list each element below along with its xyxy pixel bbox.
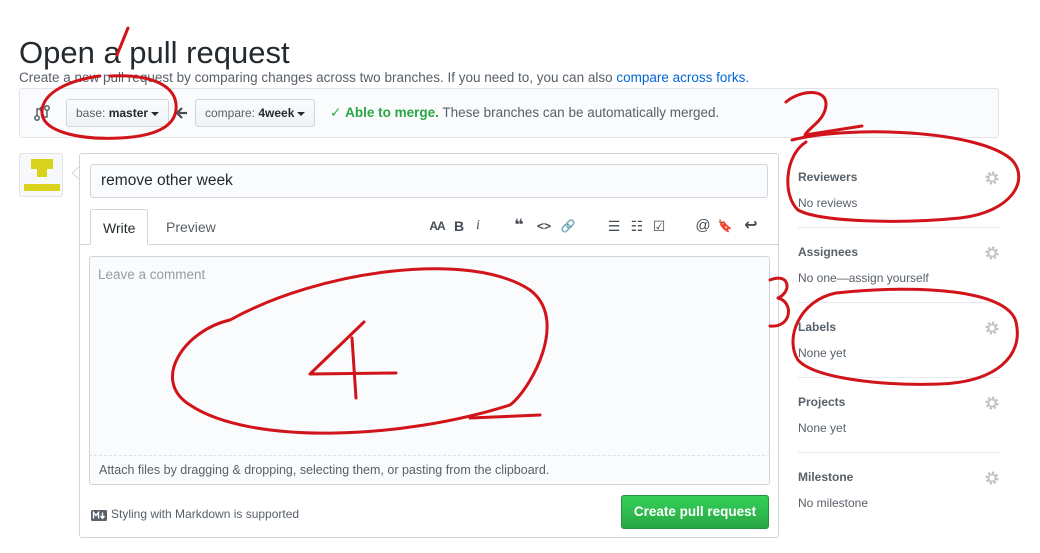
caret-down-icon bbox=[151, 111, 160, 116]
sidebar-heading[interactable]: Milestone bbox=[798, 470, 853, 484]
create-pull-request-button[interactable]: Create pull request bbox=[621, 495, 769, 529]
reply-icon[interactable]: ↩ bbox=[739, 216, 763, 236]
markdown-note: Styling with Markdown is supported bbox=[91, 507, 299, 524]
gear-icon[interactable] bbox=[984, 470, 1000, 486]
sidebar-value[interactable]: No one—assign yourself bbox=[798, 271, 929, 285]
avatar[interactable] bbox=[19, 153, 63, 197]
sidebar-heading[interactable]: Reviewers bbox=[798, 170, 857, 184]
base-branch-name: master bbox=[108, 106, 149, 120]
task-list-icon[interactable]: ☑ bbox=[650, 216, 668, 236]
sidebar-value: No milestone bbox=[798, 496, 869, 510]
unordered-list-icon[interactable]: ☰ bbox=[605, 216, 623, 236]
code-icon[interactable]: <> bbox=[534, 216, 554, 236]
compare-prefix: compare: bbox=[205, 106, 259, 120]
compare-branch-button[interactable]: compare: 4week bbox=[195, 99, 316, 127]
sidebar-divider bbox=[798, 302, 1000, 303]
heading-icon[interactable]: AA bbox=[427, 216, 447, 236]
ordered-list-icon[interactable]: ☷ bbox=[628, 216, 646, 236]
tab-preview[interactable]: Preview bbox=[154, 209, 228, 245]
gear-icon[interactable] bbox=[984, 320, 1000, 336]
bold-icon[interactable]: B bbox=[451, 216, 467, 236]
compare-across-forks-link[interactable]: compare across forks. bbox=[616, 70, 749, 85]
sidebar-divider bbox=[798, 377, 1000, 378]
sidebar-divider bbox=[798, 452, 1000, 453]
subtitle-text: Create a new pull request by comparing c… bbox=[19, 69, 617, 85]
check-icon: ✓ bbox=[330, 105, 342, 120]
merge-status-detail: These branches can be automatically merg… bbox=[438, 105, 720, 120]
markdown-note-text: Styling with Markdown is supported bbox=[111, 507, 300, 521]
sidebar-heading[interactable]: Projects bbox=[798, 395, 845, 409]
attach-files-bar[interactable]: Attach files by dragging & dropping, sel… bbox=[89, 455, 770, 485]
tab-write[interactable]: Write bbox=[90, 209, 149, 245]
caret-down-icon bbox=[297, 111, 306, 116]
base-prefix: base: bbox=[76, 106, 109, 120]
gear-icon[interactable] bbox=[984, 170, 1000, 186]
sidebar-heading[interactable]: Labels bbox=[798, 320, 836, 334]
arrow-left-icon bbox=[174, 106, 188, 120]
sidebar-value: None yet bbox=[798, 346, 847, 360]
gear-icon[interactable] bbox=[984, 245, 1000, 261]
quote-icon[interactable]: ❝ bbox=[510, 216, 528, 236]
page-title: Open a pull request bbox=[19, 34, 290, 70]
sidebar-heading[interactable]: Assignees bbox=[798, 245, 858, 259]
gear-icon[interactable] bbox=[984, 395, 1000, 411]
italic-icon[interactable]: i bbox=[471, 216, 485, 236]
link-icon[interactable]: 🔗 bbox=[558, 216, 578, 236]
sidebar-divider bbox=[798, 227, 1000, 228]
pull-request-form: Write Preview AA B i ❝ <> 🔗 ☰ ☷ ☑ @ 🔖 ↩ … bbox=[79, 153, 779, 538]
base-branch-button[interactable]: base: master bbox=[66, 99, 170, 127]
branch-range-bar: base: master compare: 4week ✓ Able to me… bbox=[19, 88, 999, 138]
merge-status: ✓ Able to merge. These branches can be a… bbox=[330, 105, 719, 121]
annotation-circle-labels bbox=[791, 287, 1019, 386]
sidebar-value: No reviews bbox=[798, 196, 858, 210]
git-compare-icon bbox=[33, 103, 51, 123]
page-subtitle: Create a new pull request by comparing c… bbox=[19, 70, 749, 85]
compare-branch-name: 4week bbox=[258, 106, 295, 120]
merge-status-label: Able to merge. bbox=[345, 105, 439, 120]
sidebar-value: None yet bbox=[798, 421, 847, 435]
markdown-icon bbox=[91, 510, 107, 524]
comment-textarea[interactable] bbox=[89, 256, 770, 455]
title-input[interactable] bbox=[90, 164, 768, 198]
mention-icon[interactable]: @ bbox=[694, 216, 712, 236]
bookmark-icon[interactable]: 🔖 bbox=[717, 216, 733, 236]
